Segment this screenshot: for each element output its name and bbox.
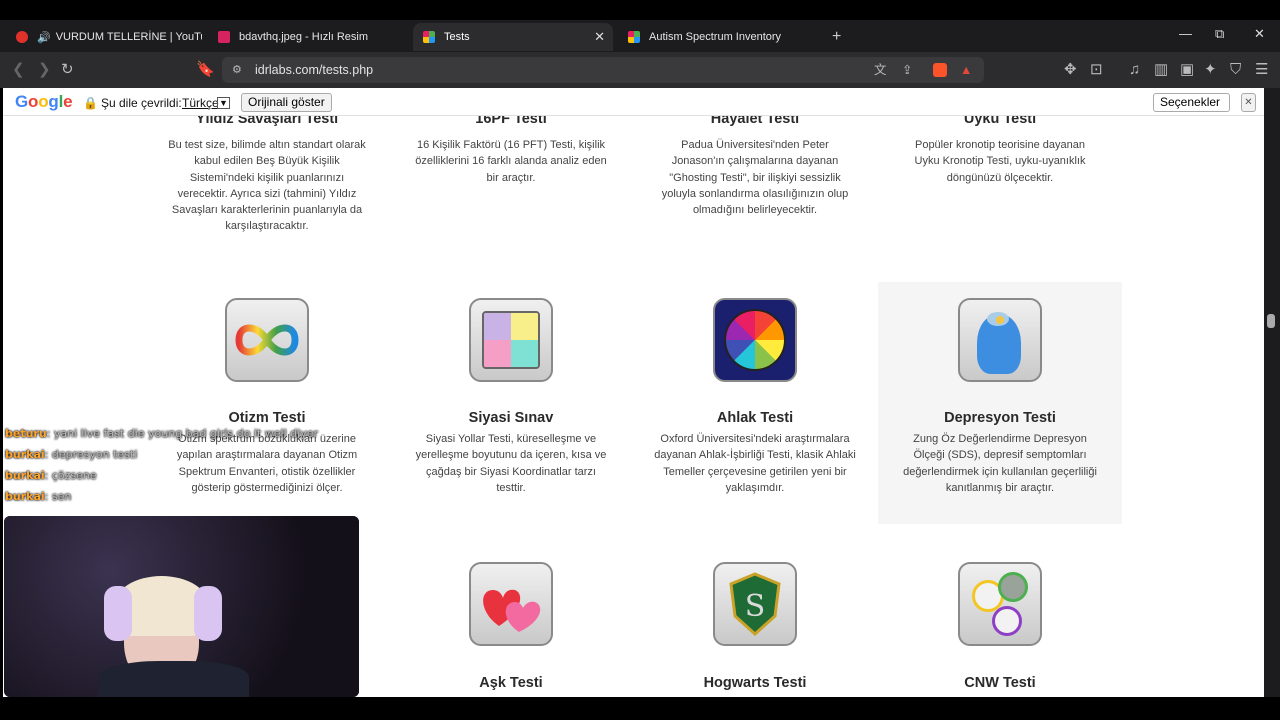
site-info-icon[interactable]: ⚙ xyxy=(232,57,242,83)
tab-title: Autism Spectrum Inventory xyxy=(649,31,782,43)
test-title: Aşk Testi xyxy=(479,675,543,691)
forward-icon[interactable]: ❯ xyxy=(38,61,51,79)
brave-shields-icon[interactable] xyxy=(933,63,947,77)
test-card-16pf[interactable]: 16PF Testi 16 Kişilik Faktörü (16 PFT) T… xyxy=(389,116,633,186)
image-favicon-icon xyxy=(218,31,230,43)
test-description: Padua Üniversitesi'nden Peter Jonason'ın… xyxy=(661,139,849,217)
sad-head-icon xyxy=(958,298,1042,382)
test-description: Siyasi Yollar Testi, küreselleşme ve yer… xyxy=(415,433,607,494)
test-title: Uyku Testi xyxy=(963,116,1037,127)
translate-bar: Google 🔒 Şu dile çevrildi: Türkçe ▼ Orij… xyxy=(3,88,1264,126)
brave-rewards-icon[interactable]: ▲ xyxy=(960,57,972,83)
test-title: Depresyon Testi xyxy=(944,410,1056,426)
youtube-favicon-icon xyxy=(16,31,28,43)
test-title: Hogwarts Testi xyxy=(703,675,807,691)
options-button[interactable]: Seçenekler ▼ xyxy=(1153,93,1230,126)
tab-youtube[interactable]: 🔊 VURDUM TELLERİNE | YouTube M xyxy=(6,23,202,51)
slytherin-crest-icon: S xyxy=(713,562,797,646)
browser-window: 🔊 VURDUM TELLERİNE | YouTube M bdavthq.j… xyxy=(0,0,1280,720)
tab-autism-inventory[interactable]: Autism Spectrum Inventory xyxy=(618,23,818,51)
test-card-depression[interactable]: Depresyon Testi Zung Öz Değerlendirme De… xyxy=(878,282,1122,524)
test-title: Otizm Testi xyxy=(228,410,306,426)
political-compass-icon xyxy=(469,298,553,382)
test-card-sleep[interactable]: Uyku Testi Popüler kronotip teorisine da… xyxy=(878,116,1122,186)
svg-text:S: S xyxy=(745,589,766,624)
test-description: Zung Öz Değerlendirme Depresyon Ölçeği (… xyxy=(903,433,1097,494)
dropdown-icon[interactable]: ▼ xyxy=(217,97,230,109)
infinity-icon xyxy=(225,298,309,382)
faces-icon xyxy=(958,562,1042,646)
url-text: idrlabs.com/tests.php xyxy=(255,63,374,77)
test-card-star-wars[interactable]: Yıldız Savaşları Testi Bu test size, bil… xyxy=(145,116,389,235)
color-wheel-icon xyxy=(713,298,797,382)
test-title: Hayalet Testi xyxy=(710,116,800,127)
test-description: Popüler kronotip teorisine dayanan Uyku … xyxy=(914,139,1086,184)
chat-message: burkai: depresyon testi xyxy=(5,448,138,461)
test-card-ghosting[interactable]: Hayalet Testi Padua Üniversitesi'nden Pe… xyxy=(633,116,877,218)
google-logo: Google xyxy=(15,92,73,111)
menu-icon[interactable]: ☰ xyxy=(1255,61,1268,79)
test-card-morality[interactable]: Ahlak Testi Oxford Üniversitesi'ndeki ar… xyxy=(633,282,877,524)
webcam-overlay xyxy=(4,516,359,697)
bottom-strip xyxy=(0,697,1280,720)
test-description: Oxford Üniversitesi'ndeki araştırmalara … xyxy=(654,433,856,494)
address-bar[interactable]: ⚙ idrlabs.com/tests.php 文 ⇪ ▲ xyxy=(222,57,984,83)
speaker-icon[interactable]: 🔊 xyxy=(37,31,51,44)
music-icon[interactable]: ♫ xyxy=(1129,61,1140,79)
hearts-icon xyxy=(469,562,553,646)
share-icon[interactable]: ⇪ xyxy=(902,57,912,83)
wallet-icon[interactable]: ▣ xyxy=(1180,61,1194,79)
test-card-political[interactable]: Siyasi Sınav Siyasi Yollar Testi, kürese… xyxy=(389,282,633,524)
reload-icon[interactable]: ↻ xyxy=(61,61,74,79)
lock-icon: 🔒 xyxy=(83,96,98,110)
show-original-button[interactable]: Orijinali göster xyxy=(241,93,332,112)
toolbar: ❮ ❯ ↻ 🔖 ⚙ idrlabs.com/tests.php 文 ⇪ ▲ ✥ … xyxy=(0,52,1280,88)
language-select[interactable]: Türkçe xyxy=(182,96,219,110)
test-title: Ahlak Testi xyxy=(716,410,794,426)
translated-to-label: Şu dile çevrildi: xyxy=(101,96,182,110)
test-description: Bu test size, bilimde altın standart ola… xyxy=(168,139,366,233)
chat-message: beturu: yani live fast die young bad gir… xyxy=(5,427,319,440)
back-icon[interactable]: ❮ xyxy=(12,61,25,79)
bookmark-icon[interactable]: 🔖 xyxy=(196,61,215,79)
minimize-icon[interactable]: — xyxy=(1179,26,1192,41)
test-title: 16PF Testi xyxy=(475,116,547,127)
chat-message: burkai: sen xyxy=(5,490,72,503)
vpn-icon[interactable]: ⛉ xyxy=(1230,61,1241,79)
page-scrollbar[interactable] xyxy=(1264,88,1280,697)
tab-tests[interactable]: Tests ✕ xyxy=(413,23,613,51)
idrlabs-favicon-icon xyxy=(628,31,640,43)
extensions-icon[interactable]: ✥ xyxy=(1064,61,1077,79)
chat-message: burkai: çözsene xyxy=(5,469,97,482)
test-title: Siyasi Sınav xyxy=(468,410,554,426)
tab-title: bdavthq.jpeg - Hızlı Resim xyxy=(239,31,368,43)
new-tab-button[interactable]: + xyxy=(822,23,852,51)
window-close-icon[interactable]: ✕ xyxy=(1254,26,1265,42)
leo-ai-icon[interactable]: ✦ xyxy=(1204,61,1217,79)
tab-image[interactable]: bdavthq.jpeg - Hızlı Resim xyxy=(208,23,404,51)
test-description: Otizm spektrum bozuklukları üzerine yapı… xyxy=(176,433,358,494)
close-tab-icon[interactable]: ✕ xyxy=(594,29,605,45)
test-title: Yıldız Savaşları Testi xyxy=(195,116,339,127)
sidebar-icon[interactable]: ▥ xyxy=(1154,61,1168,79)
tab-strip: 🔊 VURDUM TELLERİNE | YouTube M bdavthq.j… xyxy=(0,20,1280,52)
screenshot-icon[interactable]: ⊡ xyxy=(1090,61,1103,79)
test-description: 16 Kişilik Faktörü (16 PFT) Testi, kişil… xyxy=(415,139,607,184)
close-translate-icon[interactable]: ✕ xyxy=(1241,93,1256,112)
tab-title: Tests xyxy=(444,31,470,43)
translate-icon[interactable]: 文 xyxy=(874,57,887,83)
test-title: CNW Testi xyxy=(964,675,1036,691)
restore-icon[interactable]: ⧉ xyxy=(1215,26,1224,42)
test-card-autism[interactable]: Otizm Testi Otizm spektrum bozuklukları … xyxy=(145,282,389,524)
scrollbar-thumb[interactable] xyxy=(1267,314,1275,328)
idrlabs-favicon-icon xyxy=(423,31,435,43)
tab-title: VURDUM TELLERİNE | YouTube M xyxy=(55,31,202,43)
